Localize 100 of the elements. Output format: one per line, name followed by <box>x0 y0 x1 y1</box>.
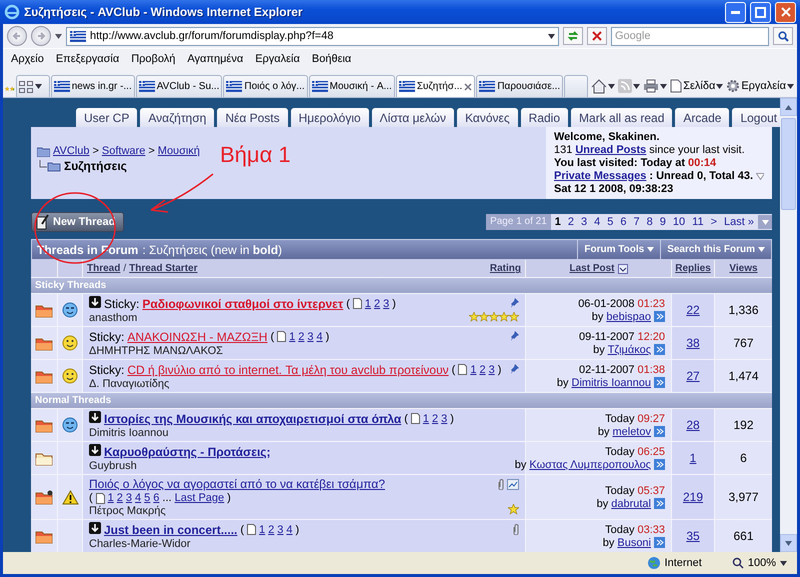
zoom-button[interactable]: 100% <box>732 557 787 569</box>
rating-column-link[interactable]: Rating <box>490 263 521 274</box>
page-link[interactable]: 3 <box>441 412 448 424</box>
menu-item[interactable]: Αγαπημένα <box>187 53 244 65</box>
page-link[interactable]: 4 <box>316 330 323 342</box>
page-link[interactable]: 3 <box>383 298 390 310</box>
nav-tab[interactable]: Κανόνες <box>457 108 518 127</box>
page-link[interactable]: 1 <box>259 524 266 536</box>
thread-title-link[interactable]: ΑΝΑΚΟΙΝΩΣΗ - ΜΑΖΩΞΗ <box>127 330 268 344</box>
page-link[interactable]: 11 <box>689 216 707 228</box>
forum-tools-menu[interactable]: Forum Tools <box>577 240 660 259</box>
page-link[interactable]: 2 <box>268 524 274 536</box>
last-page-link[interactable]: Last Page <box>174 492 224 504</box>
next-page-link[interactable]: > <box>708 216 720 228</box>
page-link[interactable]: 2 <box>116 492 123 504</box>
starter-column-link[interactable]: Thread Starter <box>129 263 198 274</box>
page-link[interactable]: 3 <box>126 492 132 504</box>
last-page-link[interactable]: Last » <box>721 216 757 228</box>
reply-count-link[interactable]: 22 <box>686 303 700 317</box>
browser-tab[interactable]: news in.gr -... <box>50 75 135 97</box>
page-link[interactable]: 3 <box>307 330 314 342</box>
page-link[interactable]: 5 <box>144 492 150 504</box>
last-poster-link[interactable]: Dimitris Ioannou <box>572 376 651 388</box>
page-link[interactable]: 3 <box>488 364 495 376</box>
search-field[interactable]: Google <box>611 26 769 46</box>
nav-tab[interactable]: Νέα Posts <box>217 108 288 127</box>
page-link[interactable]: 2 <box>374 298 380 310</box>
breadcrumb-link[interactable]: AVClub <box>53 145 90 157</box>
menu-item[interactable]: Εργαλεία <box>255 53 300 65</box>
page-link[interactable]: 1 <box>470 364 476 376</box>
reply-count-link[interactable]: 1 <box>690 451 696 465</box>
page-link[interactable]: 5 <box>604 216 616 228</box>
views-count: 661 <box>733 529 754 543</box>
page-link[interactable]: 6 <box>153 492 160 504</box>
page-link[interactable]: 3 <box>277 524 284 536</box>
menu-item[interactable]: Επεξεργασία <box>56 53 120 65</box>
last-poster-link[interactable]: Κωστας Λυμπεροπουλος <box>529 458 651 470</box>
page-link[interactable]: 4 <box>591 216 604 228</box>
page-link[interactable]: 10 <box>670 216 688 228</box>
page-link[interactable]: 2 <box>432 412 438 424</box>
browser-tab[interactable]: Ποιός ο λόγ... <box>223 75 308 97</box>
menu-item[interactable]: Προβολή <box>131 53 176 65</box>
menu-item[interactable]: Βοήθεια <box>312 53 352 65</box>
page-link[interactable]: 3 <box>578 216 590 228</box>
page-link[interactable]: 4 <box>286 524 293 536</box>
page-link[interactable]: 2 <box>479 364 486 376</box>
security-zone: Internet <box>664 557 702 569</box>
page-link[interactable]: 1 <box>552 216 564 228</box>
page-link[interactable]: 2 <box>298 330 304 342</box>
page-link[interactable]: 7 <box>630 216 643 228</box>
command-menu-button[interactable]: Σελίδα <box>669 75 724 97</box>
nav-tab[interactable]: Logout <box>732 108 780 127</box>
breadcrumb-link[interactable]: Software <box>102 145 146 157</box>
thread-title-link[interactable]: Just been in concert..... <box>104 522 238 536</box>
nav-tab[interactable]: Ημερολόγιο <box>290 108 369 127</box>
thread-title-link[interactable]: Ποιός ο λόγος να αγοραστεί από το να κατέβει τσάμπα? <box>89 477 385 491</box>
nav-tab[interactable]: User CP <box>76 108 138 127</box>
browser-tab[interactable]: Παρουσιάσε... <box>476 75 564 97</box>
command-menu-button[interactable]: Εργαλεία <box>725 75 795 97</box>
address-field[interactable]: http://www.avclub.gr/forum/forumdisplay.php?f=48 <box>66 26 559 46</box>
menu-item[interactable]: Αρχείο <box>11 53 44 65</box>
page-link[interactable]: 8 <box>644 216 656 228</box>
thread-title-link[interactable]: Καρυοθραύστης - Προτάσεις; <box>104 444 271 458</box>
nav-tab[interactable]: Arcade <box>675 108 730 127</box>
thread-title-link[interactable]: CD ή βινύλιο από το internet. Τα μέλη του avclub προτείνουν <box>127 362 449 376</box>
browser-tab[interactable]: Μουσική - A... <box>308 75 395 97</box>
page-link[interactable]: 4 <box>135 492 142 504</box>
page-link[interactable]: 1 <box>364 298 372 310</box>
nav-tab[interactable]: Αναζήτηση <box>140 108 214 127</box>
unread-text: since your last visit. <box>649 144 745 157</box>
page-link[interactable]: 6 <box>617 216 630 228</box>
forum-tools-menu[interactable]: Search this Forum <box>660 240 771 259</box>
private-messages-link[interactable]: Private Messages <box>554 170 646 183</box>
reply-count-link[interactable]: 219 <box>682 490 704 504</box>
last-poster-link[interactable]: bebispao <box>606 310 651 322</box>
last-poster-link[interactable]: Τζιμάκος <box>608 344 651 356</box>
page-link[interactable]: 1 <box>289 330 296 342</box>
last-poster-link[interactable]: Busoni <box>617 536 651 548</box>
reply-count-link[interactable]: 28 <box>686 418 700 432</box>
thread-title-link[interactable]: Ιστορίες της Μουσικής και αποχαιρετισμοί στα όπλα <box>104 412 402 426</box>
nav-tab[interactable]: Radio <box>520 108 568 127</box>
unread-posts-link[interactable]: Unread Posts <box>575 144 646 157</box>
nav-tab[interactable]: Mark all as read <box>571 108 672 127</box>
last-poster-link[interactable]: dabrutal <box>611 498 651 510</box>
browser-tab[interactable]: AVClub - Su... <box>136 75 222 97</box>
page-link[interactable]: 2 <box>564 216 578 228</box>
page-link[interactable]: 1 <box>422 412 430 424</box>
last-poster-link[interactable]: meletov <box>612 426 651 438</box>
thread-title-link[interactable]: Ραδιοφωνικοί σταθμοί στο ίντερνετ <box>142 296 344 310</box>
thread-starter: ΔΗΜΗΤΡΗΣ ΜΑΝΩΛΑΚΟΣ <box>89 344 223 356</box>
reply-count-link[interactable]: 38 <box>686 336 700 350</box>
reply-count-link[interactable]: 27 <box>686 369 700 383</box>
browser-tab[interactable]: Συζητήσ... <box>396 75 476 97</box>
page-link[interactable]: 9 <box>656 216 669 228</box>
page-link[interactable]: 1 <box>108 492 114 504</box>
bracket: ( <box>89 492 93 504</box>
nav-tab[interactable]: Λίστα μελών <box>372 108 454 127</box>
thread-column-link[interactable]: Thread <box>87 263 120 274</box>
reply-count-link[interactable]: 35 <box>686 529 700 543</box>
breadcrumb-link[interactable]: Μουσική <box>158 145 200 157</box>
